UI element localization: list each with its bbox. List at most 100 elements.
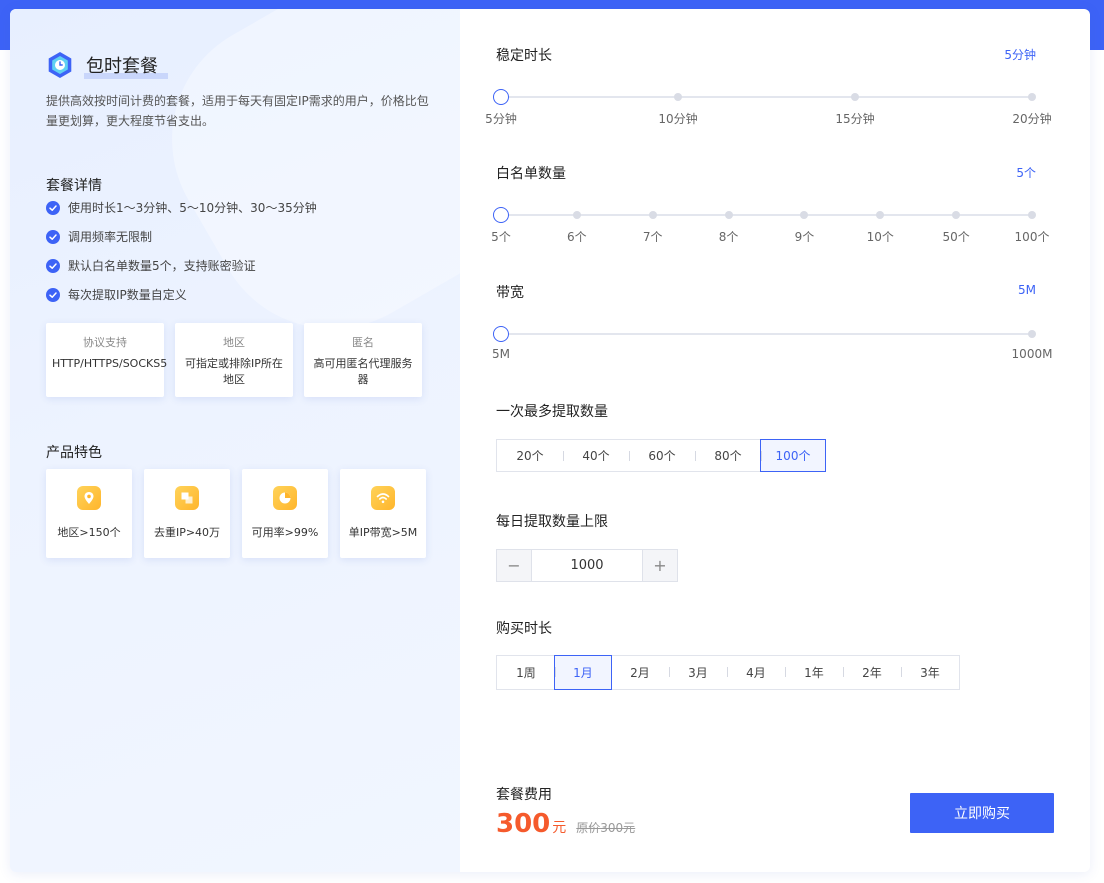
clock-hex-icon (48, 52, 72, 78)
slider-tick-label: 7个 (642, 230, 663, 244)
plan-title-row: 包时套餐 (46, 50, 158, 80)
info-box-heading: 协议支持 (83, 336, 127, 349)
slider-tick-label: 5M (492, 347, 510, 361)
info-box-value: 可指定或排除IP所在地区 (185, 357, 283, 386)
option-button[interactable]: 3月 (669, 656, 727, 689)
slider-tick-label: 8个 (718, 230, 739, 244)
detail-item-text: 默认白名单数量5个，支持账密验证 (68, 259, 256, 273)
check-circle-icon (46, 287, 60, 302)
details-list: 使用时长1～3分钟、5～10分钟、30～35分钟 调用频率无限制 默认白名单数量5个… (46, 193, 317, 309)
slider-stop[interactable] (572, 211, 581, 219)
slider-tick-label: 1000M (1011, 347, 1053, 361)
daily-limit-stepper: − 1000 + (496, 549, 678, 582)
option-button[interactable]: 2年 (843, 656, 901, 689)
plan-info-panel: 包时套餐 提供高效按时间计费的套餐，适用于每天有固定IP需求的用户，价格比包量更… (10, 9, 460, 872)
slider-tick-label: 5分钟 (485, 112, 517, 126)
slider-tick-label: 15分钟 (835, 112, 875, 126)
slider-tick-label: 50个 (942, 230, 970, 244)
slider-tick-label: 10个 (866, 230, 894, 244)
feature-card: 可用率>99% (242, 469, 328, 558)
price-unit: 元 (552, 820, 567, 836)
slider-stop[interactable] (1028, 211, 1036, 219)
option-button[interactable]: 3年 (901, 656, 959, 689)
info-box: 地区可指定或排除IP所在地区 (175, 323, 293, 397)
slider-stop[interactable] (876, 211, 885, 219)
increment-button[interactable]: + (643, 550, 677, 581)
price-label: 套餐费用 (496, 787, 552, 803)
slider-stop[interactable] (1028, 330, 1036, 338)
duration-label: 稳定时长 (496, 48, 552, 64)
slider-stop[interactable] (851, 93, 859, 101)
slider-stop[interactable] (952, 211, 961, 219)
slider-handle[interactable] (493, 89, 509, 105)
location-pin-icon (77, 486, 101, 510)
info-box-heading: 地区 (223, 336, 245, 349)
daily-limit-input[interactable]: 1000 (531, 550, 643, 581)
detail-item: 使用时长1～3分钟、5～10分钟、30～35分钟 (46, 193, 317, 222)
daily-limit-label: 每日提取数量上限 (496, 514, 608, 530)
wifi-icon (371, 486, 395, 510)
option-button[interactable]: 60个 (629, 440, 695, 471)
option-button[interactable]: 80个 (695, 440, 761, 471)
slider-tick-label: 20分钟 (1012, 112, 1052, 126)
slider-track[interactable] (501, 333, 1032, 335)
feature-card: 地区>150个 (46, 469, 132, 558)
slider-tick-label: 100个 (1014, 230, 1050, 244)
option-button[interactable]: 2月 (611, 656, 669, 689)
purchase-duration-label: 购买时长 (496, 621, 552, 637)
duration-value: 5分钟 (1004, 48, 1036, 62)
slider-stop[interactable] (674, 93, 682, 101)
plan-card: 包时套餐 提供高效按时间计费的套餐，适用于每天有固定IP需求的用户，价格比包量更… (10, 9, 1090, 872)
duration-slider[interactable]: 5分钟 10分钟 15分钟 20分钟 (485, 87, 1052, 126)
slider-tick-label: 6个 (567, 230, 587, 244)
check-circle-icon (46, 258, 60, 273)
bandwidth-label: 带宽 (496, 285, 524, 301)
max-extract-label: 一次最多提取数量 (496, 404, 608, 420)
bandwidth-slider[interactable]: 5M 1000M (492, 324, 1052, 361)
price-amount: 300 (496, 809, 551, 839)
option-button[interactable]: 1周 (497, 656, 555, 689)
bandwidth-value: 5M (1018, 283, 1036, 297)
purchase-duration-options: 1周 1月 2月 3月 4月 1年 2年 3年 (496, 655, 960, 690)
detail-item: 默认白名单数量5个，支持账密验证 (46, 251, 317, 280)
background-decoration (128, 9, 460, 373)
whitelist-slider[interactable]: 5个 6个 7个 8个 9个 10个 50个 100个 (491, 205, 1049, 244)
features-heading: 产品特色 (46, 445, 102, 461)
features-list: 地区>150个 去重IP>40万 可用率>99% 单IP带宽>5M (46, 469, 426, 558)
option-button[interactable]: 40个 (563, 440, 629, 471)
plan-config-panel: 稳定时长 5分钟 5分钟 10分钟 15分钟 20分钟 白名单数量 5个 5个 6个 7个… (460, 9, 1090, 872)
option-button[interactable]: 1年 (785, 656, 843, 689)
plan-title: 包时套餐 (86, 56, 158, 77)
check-circle-icon (46, 200, 60, 215)
plan-description: 提供高效按时间计费的套餐，适用于每天有固定IP需求的用户，价格比包量更划算，更大… (46, 94, 429, 128)
buy-now-button[interactable]: 立即购买 (910, 793, 1054, 833)
slider-tick-label: 9个 (794, 230, 815, 244)
whitelist-value: 5个 (1016, 166, 1036, 180)
feature-label: 地区>150个 (57, 526, 121, 539)
slider-handle[interactable] (493, 326, 509, 342)
option-button[interactable]: 1月 (554, 655, 612, 690)
slider-stop[interactable] (648, 211, 657, 219)
info-box: 协议支持 HTTP/HTTPS/SOCKS5 (46, 323, 168, 397)
slider-tick-label: 10分钟 (658, 112, 698, 126)
option-button[interactable]: 20个 (497, 440, 563, 471)
original-price: 原价300元 (576, 821, 636, 835)
whitelist-label: 白名单数量 (496, 166, 566, 182)
max-extract-options: 20个 40个 60个 80个 100个 (496, 439, 826, 472)
detail-item-text: 每次提取IP数量自定义 (68, 288, 187, 302)
option-button[interactable]: 4月 (727, 656, 785, 689)
slider-track[interactable] (501, 96, 1032, 98)
info-box-value: HTTP/HTTPS/SOCKS5 (52, 357, 168, 370)
option-button[interactable]: 100个 (760, 439, 826, 472)
slider-stop[interactable] (1028, 93, 1036, 101)
detail-item: 每次提取IP数量自定义 (46, 280, 317, 309)
detail-item-text: 使用时长1～3分钟、5～10分钟、30～35分钟 (68, 201, 317, 215)
info-boxes: 协议支持 HTTP/HTTPS/SOCKS5 地区 可指定或排除IP所在地区 匿名 高可用… (46, 323, 422, 397)
slider-handle[interactable] (493, 207, 509, 223)
info-box-value: 高可用匿名代理服务器 (313, 357, 413, 386)
details-heading: 套餐详情 (46, 178, 102, 194)
slider-stop[interactable] (800, 211, 809, 219)
slider-stop[interactable] (724, 211, 733, 219)
decrement-button[interactable]: − (497, 550, 531, 581)
dedupe-icon (175, 486, 199, 510)
